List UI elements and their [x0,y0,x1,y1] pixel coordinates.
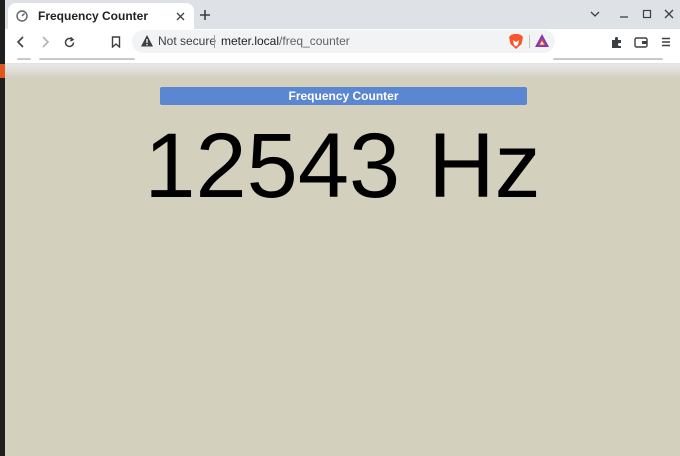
close-icon[interactable] [172,8,188,24]
maximize-icon[interactable] [637,5,657,23]
address-separator [214,35,215,48]
url-path: /freq_counter [279,34,350,48]
frequency-value: 12543 [144,115,401,217]
reload-icon[interactable] [58,31,80,53]
plus-icon[interactable] [195,5,215,25]
extensions-icon[interactable] [605,31,627,53]
url-host: meter.local [221,34,280,48]
bookmark-icon[interactable] [105,31,127,53]
brave-rewards-icon[interactable] [534,33,550,49]
frequency-reading: 12543 Hz [5,120,680,212]
meter-favicon-icon [14,8,30,24]
warning-icon[interactable] [140,34,154,48]
back-arrow-icon[interactable] [10,31,32,53]
brave-shield-icon[interactable] [508,33,524,50]
page-content: Frequency Counter 12543 Hz [5,78,680,456]
security-label[interactable]: Not secure [158,34,216,48]
tab-strip: Frequency Counter [5,0,680,29]
browser-window: Frequency Counter Not secure meter.local… [5,0,680,456]
minimize-icon[interactable] [614,5,634,23]
window-close-icon[interactable] [659,5,679,23]
content-top-edge [5,64,680,78]
page-header: Frequency Counter [160,87,527,105]
bookmark-blur [39,58,135,60]
address-separator-2 [529,35,530,48]
tab-frequency-counter[interactable]: Frequency Counter [8,3,194,29]
frequency-unit: Hz [428,115,541,217]
address-bar[interactable]: Not secure meter.local/freq_counter [132,30,555,53]
tab-title: Frequency Counter [38,9,149,23]
bookmark-blur [17,58,31,60]
chevron-down-icon[interactable] [585,5,605,23]
toolbar: Not secure meter.local/freq_counter [5,29,680,54]
url-text[interactable]: meter.local/freq_counter [221,34,350,48]
menu-icon[interactable] [655,31,677,53]
wallet-icon[interactable] [630,31,652,53]
bookmarks-bar [5,54,680,64]
forward-arrow-icon[interactable] [34,31,56,53]
bookmark-blur [553,58,663,60]
